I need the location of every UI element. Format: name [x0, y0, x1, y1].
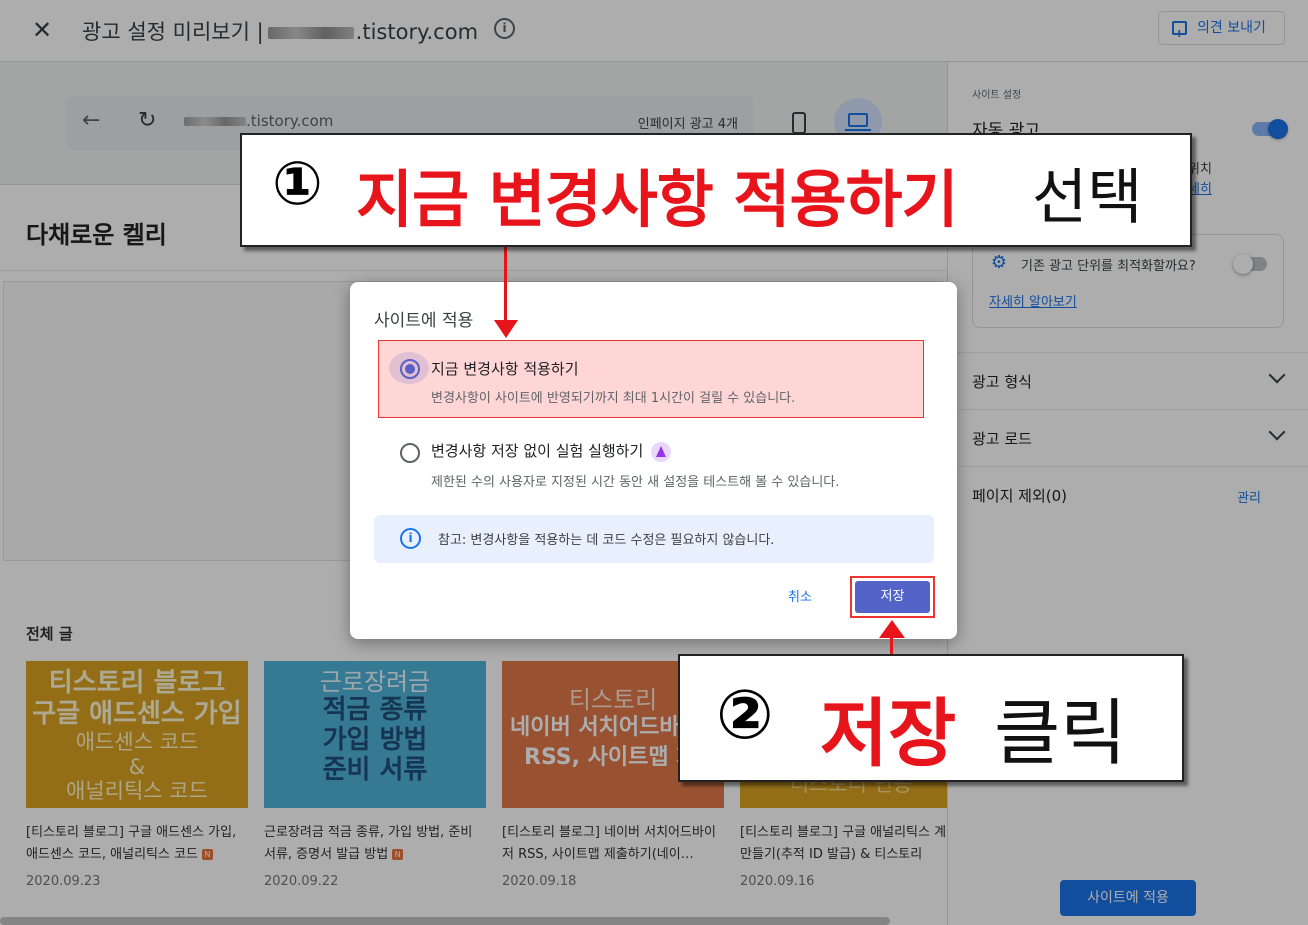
callout-highlight-text: 저장 [820, 691, 957, 777]
step-number: ① [272, 149, 323, 219]
option-highlight [378, 340, 924, 418]
apply-now-label[interactable]: 지금 변경사항 적용하기 [431, 358, 579, 379]
annotation-arrowhead [879, 620, 905, 638]
callout-text: 클릭 [994, 691, 1127, 775]
apply-now-desc: 변경사항이 사이트에 반영되기까지 최대 1시간이 걸릴 수 있습니다. [431, 391, 796, 406]
callout-highlight-text: 지금 변경사항 적용하기 [356, 163, 959, 236]
step-number: ② [716, 676, 774, 755]
apply-now-radio[interactable] [400, 359, 420, 379]
note-text: 참고: 변경사항을 적용하는 데 코드 수정은 필요하지 않습니다. [438, 533, 775, 548]
annotation-arrow [504, 247, 507, 321]
annotation-callout-2: ② 저장 클릭 [678, 654, 1184, 782]
info-icon: i [400, 528, 421, 549]
dialog-title: 사이트에 적용 [374, 311, 474, 331]
annotation-callout-1: ① 지금 변경사항 적용하기 선택 [240, 133, 1192, 247]
apply-dialog: 사이트에 적용 지금 변경사항 적용하기 변경사항이 사이트에 반영되기까지 최… [350, 282, 957, 639]
experiment-label[interactable]: 변경사항 저장 없이 실험 실행하기 [431, 440, 672, 462]
experiment-desc: 제한된 수의 사용자로 지정된 시간 동안 새 설정을 테스트해 볼 수 있습니… [431, 475, 840, 490]
flask-icon [651, 441, 672, 462]
callout-text: 선택 [1032, 163, 1143, 233]
annotation-arrowhead [494, 320, 518, 338]
cancel-button[interactable]: 취소 [788, 586, 812, 605]
save-button[interactable]: 저장 [855, 581, 930, 613]
experiment-radio[interactable] [400, 443, 420, 463]
note-box: i 참고: 변경사항을 적용하는 데 코드 수정은 필요하지 않습니다. [374, 515, 934, 563]
